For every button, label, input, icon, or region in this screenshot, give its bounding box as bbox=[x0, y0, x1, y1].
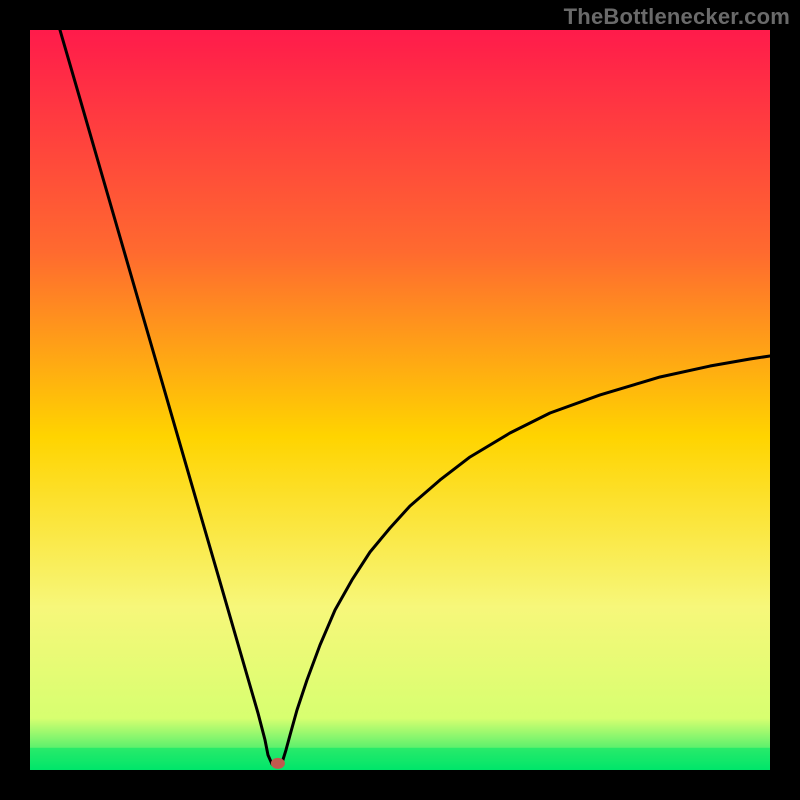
chart-frame: TheBottlenecker.com bbox=[0, 0, 800, 800]
plot-background bbox=[30, 30, 770, 770]
optimal-marker bbox=[271, 758, 285, 769]
bottleneck-chart bbox=[0, 0, 800, 800]
green-band bbox=[30, 748, 770, 770]
watermark-text: TheBottlenecker.com bbox=[564, 4, 790, 30]
